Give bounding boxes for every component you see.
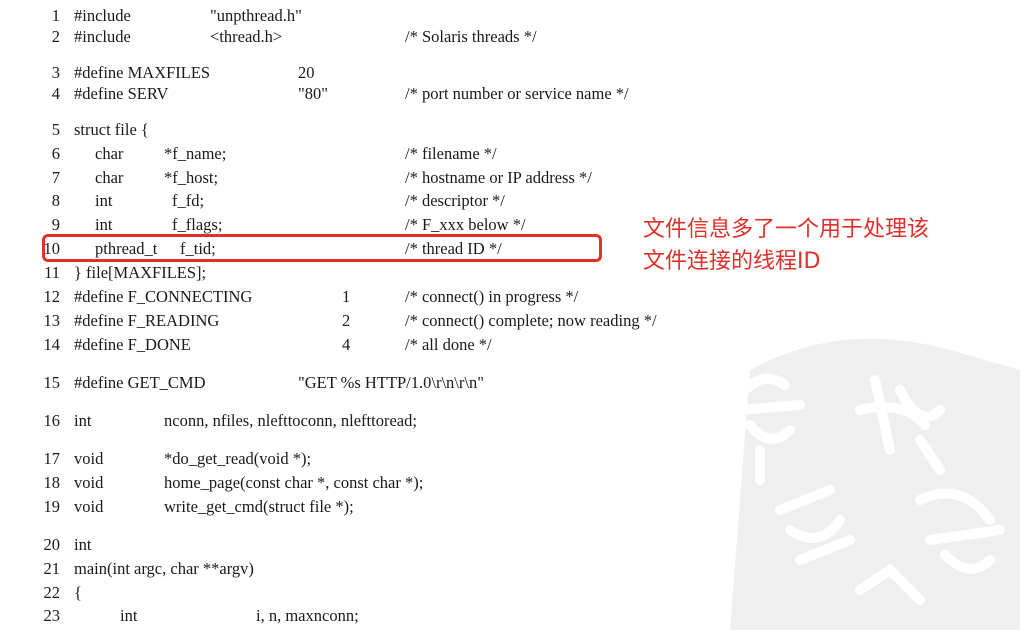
- code-line: 21 main(int argc, char **argv): [40, 559, 660, 579]
- annotation-line-2: 文件连接的线程ID: [643, 249, 821, 274]
- code-token: *f_host;: [164, 168, 219, 187]
- code-token: 20: [298, 63, 315, 82]
- line-number: 15: [43, 373, 61, 392]
- line-number: 3: [51, 63, 60, 82]
- code-token: int: [74, 411, 92, 430]
- line-number: 22: [43, 583, 61, 602]
- code-line: 17 void *do_get_read(void *);: [40, 449, 660, 469]
- code-line: 3 #define MAXFILES 20: [40, 63, 660, 83]
- code-token: #define GET_CMD: [74, 373, 206, 392]
- code-token: char: [95, 168, 124, 187]
- code-token: void: [74, 497, 104, 516]
- code-token: <thread.h>: [210, 27, 283, 46]
- code-token: nconn, nfiles, nlefttoconn, nlefttoread;: [164, 411, 417, 430]
- code-line: 1 #include "unpthread.h": [40, 6, 660, 26]
- line-number: 2: [51, 27, 60, 46]
- code-token: /* F_xxx below */: [405, 215, 526, 234]
- line-number: 20: [43, 535, 61, 554]
- code-token: #define SERV: [74, 84, 169, 103]
- line-number: 6: [51, 144, 60, 163]
- code-token: f_fd;: [172, 191, 205, 210]
- code-token: f_flags;: [172, 215, 223, 234]
- code-token: #define MAXFILES: [74, 63, 211, 82]
- code-token: #define F_DONE: [74, 335, 191, 354]
- code-token: #define F_READING: [74, 311, 220, 330]
- annotation-line-1: 文件信息多了一个用于处理该: [643, 217, 930, 242]
- code-token: 1: [342, 287, 351, 306]
- line-number: 18: [43, 473, 61, 492]
- code-line: 19 void write_get_cmd(struct file *);: [40, 497, 660, 517]
- code-token: 2: [342, 311, 351, 330]
- code-token: void: [74, 473, 104, 492]
- code-line: 9 int f_flags; /* F_xxx below */: [40, 215, 660, 235]
- code-token: /* filename */: [405, 144, 497, 163]
- code-token: /* Solaris threads */: [405, 27, 537, 46]
- code-token: int: [95, 191, 113, 210]
- code-token: /* descriptor */: [405, 191, 505, 210]
- code-token: int: [74, 535, 92, 554]
- code-token: i, n, maxnconn;: [256, 606, 359, 625]
- code-token: write_get_cmd(struct file *);: [164, 497, 354, 516]
- code-token: "GET %s HTTP/1.0\r\n\r\n": [298, 373, 484, 392]
- code-token: main(int argc, char **argv): [74, 559, 254, 578]
- code-token: "80": [298, 84, 328, 103]
- code-token: void: [74, 449, 104, 468]
- code-line: 8 int f_fd; /* descriptor */: [40, 191, 660, 211]
- code-line: 5 struct file {: [40, 120, 660, 140]
- line-number: 17: [43, 449, 61, 468]
- code-token: /* port number or service name */: [405, 84, 629, 103]
- code-token: } file[MAXFILES];: [74, 263, 207, 282]
- code-token: /* connect() complete; now reading */: [405, 311, 657, 330]
- line-number: 12: [43, 287, 61, 306]
- code-token: /* all done */: [405, 335, 492, 354]
- code-token: #include: [74, 6, 131, 25]
- line-number: 14: [43, 335, 61, 354]
- code-token: *do_get_read(void *);: [164, 449, 312, 468]
- line-number: 19: [43, 497, 61, 516]
- line-number: 4: [51, 84, 60, 103]
- line-number: 9: [51, 215, 60, 234]
- code-line: 16 int nconn, nfiles, nlefttoconn, nleftto…: [40, 411, 660, 431]
- line-number: 13: [43, 311, 61, 330]
- line-number: 11: [44, 263, 60, 282]
- code-line: 6 char *f_name; /* filename */: [40, 144, 660, 164]
- code-line: 23 int i, n, maxnconn;: [40, 606, 660, 626]
- line-number: 16: [43, 411, 61, 430]
- code-line: 22 {: [40, 583, 660, 603]
- code-token: char: [95, 144, 124, 163]
- code-token: int: [95, 215, 113, 234]
- line-number: 1: [51, 6, 60, 25]
- code-token: home_page(const char *, const char *);: [164, 473, 424, 492]
- code-token: #include: [74, 27, 131, 46]
- code-line: 13 #define F_READING 2 /* connect() complet…: [40, 311, 660, 331]
- code-token: struct file {: [74, 120, 149, 139]
- line-number: 7: [51, 168, 60, 187]
- code-token: int: [120, 606, 138, 625]
- line-number: 8: [51, 191, 60, 210]
- code-listing: 1 #include "unpthread.h" 2 #include <thread.h…: [0, 0, 1020, 630]
- code-line: 12 #define F_CONNECTING 1 /* connect() in p…: [40, 287, 660, 307]
- code-line: 14 #define F_DONE 4 /* all done */: [40, 335, 660, 355]
- line-number: 23: [43, 606, 61, 625]
- code-line: 2 #include <thread.h> /* Solaris threads */: [40, 27, 660, 47]
- highlight-box: [42, 234, 602, 262]
- code-token: /* hostname or IP address */: [405, 168, 592, 187]
- code-line: 11 } file[MAXFILES];: [40, 263, 660, 283]
- code-token: "unpthread.h": [210, 6, 302, 25]
- code-token: #define F_CONNECTING: [74, 287, 253, 306]
- annotation-note: 文件信息多了一个用于处理该 文件连接的线程ID: [643, 214, 1018, 278]
- code-line: 15 #define GET_CMD "GET %s HTTP/1.0\r\n\r\…: [40, 373, 660, 393]
- code-token: /* connect() in progress */: [405, 287, 579, 306]
- code-line: 20 int: [40, 535, 660, 555]
- code-token: {: [74, 583, 82, 602]
- line-number: 21: [43, 559, 61, 578]
- code-line: 18 void home_page(const char *, const char…: [40, 473, 660, 493]
- code-token: 4: [342, 335, 351, 354]
- code-token: *f_name;: [164, 144, 227, 163]
- line-number: 5: [51, 120, 60, 139]
- code-line: 7 char *f_host; /* hostname or IP address *…: [40, 168, 660, 188]
- code-line: 4 #define SERV "80" /* port number or servi…: [40, 84, 660, 104]
